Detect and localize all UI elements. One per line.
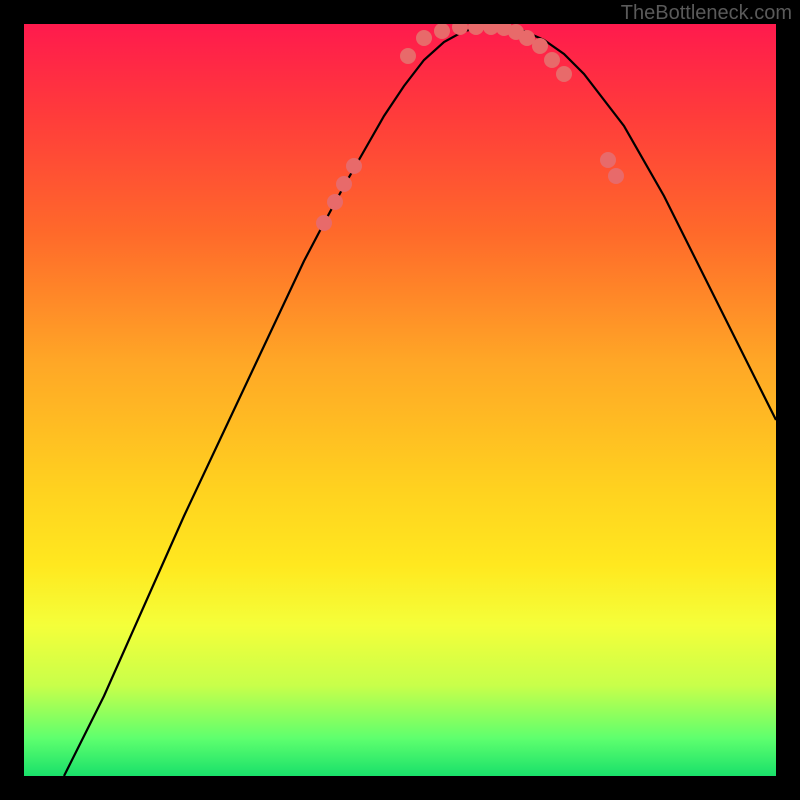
- chart-frame: [24, 24, 776, 776]
- highlight-dot: [416, 30, 432, 46]
- highlight-dot: [346, 158, 362, 174]
- highlight-dots: [316, 24, 624, 231]
- highlight-dot: [468, 24, 484, 35]
- highlight-dot: [452, 24, 468, 35]
- highlight-dot: [556, 66, 572, 82]
- highlight-dot: [532, 38, 548, 54]
- highlight-dot: [608, 168, 624, 184]
- watermark-text: TheBottleneck.com: [621, 2, 792, 25]
- highlight-dot: [544, 52, 560, 68]
- chart-svg: [24, 24, 776, 776]
- highlight-dot: [327, 194, 343, 210]
- highlight-dot: [434, 24, 450, 39]
- highlight-dot: [316, 215, 332, 231]
- highlight-dot: [600, 152, 616, 168]
- bottleneck-curve: [64, 27, 776, 776]
- highlight-dot: [336, 176, 352, 192]
- highlight-dot: [400, 48, 416, 64]
